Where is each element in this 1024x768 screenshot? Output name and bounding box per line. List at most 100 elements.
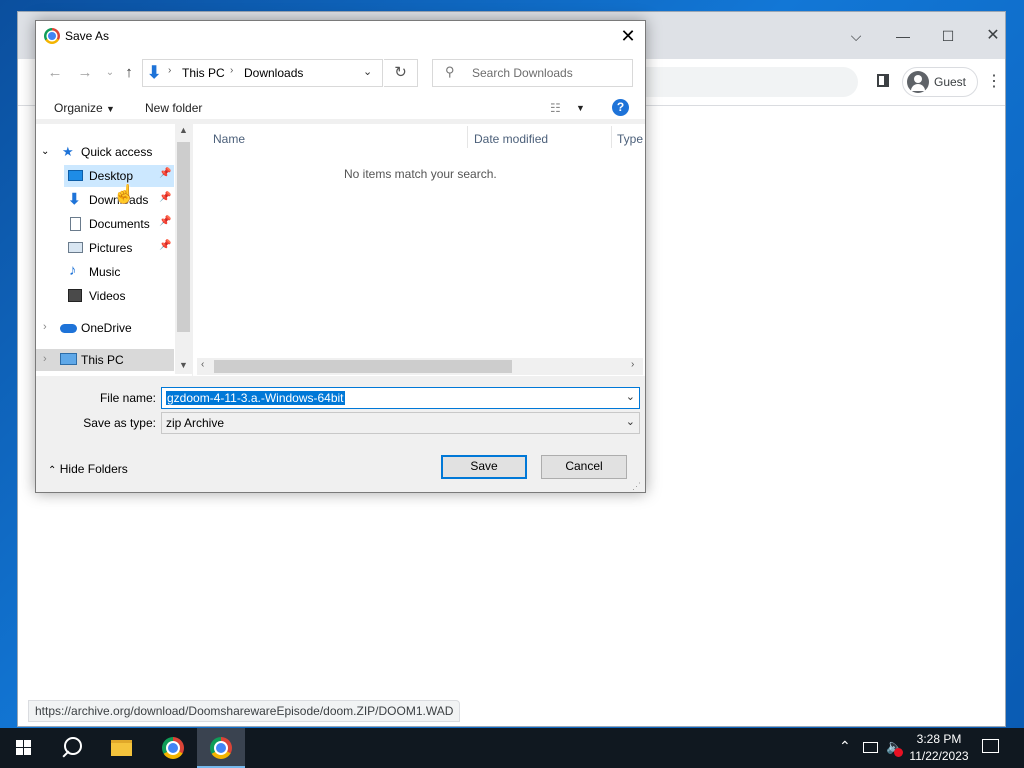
tree-item-videos[interactable]: Videos <box>64 285 174 307</box>
chevron-down-icon[interactable]: ⌄ <box>41 146 49 157</box>
scroll-thumb[interactable] <box>177 142 190 332</box>
cloud-icon <box>60 324 77 333</box>
tree-item-documents[interactable]: Documents 📌 <box>64 213 174 235</box>
hide-folders-label: Hide Folders <box>59 462 128 476</box>
tree-label: Documents <box>89 217 150 231</box>
clock-date[interactable]: 11/22/2023 <box>906 749 972 763</box>
downloads-folder-icon: ⬇ <box>147 63 162 82</box>
file-name-input[interactable]: gzdoom-4-11-3.a.-Windows-64bit ⌄ <box>161 387 640 409</box>
save-as-type-select[interactable]: zip Archive ⌄ <box>161 412 640 434</box>
navigation-area: ← → ⌄ ↑ ⬇ › This PC › Downloads ⌄ ↻ ⚲ Se… <box>36 51 645 97</box>
column-type[interactable]: Type <box>617 132 643 146</box>
start-button[interactable] <box>0 728 48 768</box>
tree-scrollbar[interactable]: ▲ ▼ <box>175 124 192 374</box>
chevron-right-icon[interactable]: › <box>43 321 47 333</box>
search-button[interactable] <box>48 728 96 768</box>
tree-label: Music <box>89 265 121 279</box>
tab-search-icon[interactable]: ⌵ <box>844 24 868 48</box>
save-button[interactable]: Save <box>441 455 527 479</box>
clock-time[interactable]: 3:28 PM <box>906 732 972 746</box>
chevron-down-icon[interactable]: ⌄ <box>626 415 635 428</box>
chevron-up-icon: ⌃ <box>48 465 57 476</box>
menu-icon[interactable]: ⋮ <box>986 72 1002 92</box>
file-name-label: File name: <box>99 391 156 405</box>
column-divider <box>611 126 612 148</box>
pictures-icon <box>68 242 83 253</box>
pin-icon: 📌 <box>159 168 172 179</box>
chrome-taskbar-icon-active[interactable] <box>197 728 245 768</box>
chrome-taskbar-icon[interactable] <box>148 728 196 768</box>
scroll-down-icon[interactable]: ▼ <box>179 360 188 370</box>
save-as-dialog: Save As ✕ ← → ⌄ ↑ ⬇ › This PC › Download… <box>35 20 646 493</box>
tree-item-music[interactable]: ♪ Music <box>64 261 174 283</box>
save-as-type-value: zip Archive <box>166 416 225 430</box>
star-icon: ★ <box>62 144 74 159</box>
tree-label: This PC <box>81 353 124 367</box>
tree-item-onedrive[interactable]: › OneDrive <box>36 317 176 339</box>
dialog-titlebar: Save As ✕ <box>36 21 645 51</box>
profile-button[interactable]: Guest <box>902 67 978 97</box>
downloads-icon: ⬇ <box>68 191 81 208</box>
search-input[interactable]: ⚲ Search Downloads <box>432 59 633 87</box>
new-folder-button[interactable]: New folder <box>145 101 202 115</box>
pin-icon: 📌 <box>159 240 172 251</box>
hide-folders-button[interactable]: ⌃ Hide Folders <box>48 462 128 476</box>
network-icon[interactable] <box>863 742 878 753</box>
cancel-button[interactable]: Cancel <box>541 455 627 479</box>
dialog-title: Save As <box>65 29 110 43</box>
minimize-button[interactable]: — <box>891 24 915 48</box>
help-icon[interactable]: ? <box>612 99 629 116</box>
view-dropdown-icon[interactable]: ▼ <box>576 103 585 113</box>
save-as-type-label: Save as type: <box>83 416 156 430</box>
scroll-thumb[interactable] <box>214 360 512 373</box>
tree-label: Videos <box>89 289 126 303</box>
close-window-button[interactable]: ✕ <box>981 24 1005 48</box>
up-arrow-icon[interactable]: ↑ <box>118 62 140 84</box>
breadcrumb[interactable]: ⬇ › This PC › Downloads ⌄ <box>142 59 383 87</box>
column-divider <box>467 126 468 148</box>
column-date-modified[interactable]: Date modified <box>474 132 548 146</box>
file-name-value[interactable]: gzdoom-4-11-3.a.-Windows-64bit <box>166 391 345 405</box>
notifications-icon[interactable] <box>982 739 999 753</box>
desktop-icon <box>68 170 83 181</box>
tree-label: OneDrive <box>81 321 132 335</box>
organize-button[interactable]: Organize ▼ <box>54 101 115 115</box>
taskbar: ⌃ 🔈 3:28 PM 11/22/2023 <box>0 728 1024 768</box>
documents-icon <box>70 217 81 231</box>
resize-grip-icon[interactable]: ⋰ <box>632 481 641 492</box>
breadcrumb-downloads[interactable]: Downloads <box>244 66 303 80</box>
command-bar: Organize ▼ New folder ☷ ▼ ? <box>36 97 645 119</box>
chrome-icon <box>44 28 60 44</box>
scroll-left-icon[interactable]: ‹ <box>201 359 204 370</box>
breadcrumb-this-pc[interactable]: This PC <box>182 66 225 80</box>
maximize-button[interactable]: ☐ <box>936 24 960 48</box>
scroll-up-icon[interactable]: ▲ <box>179 125 188 135</box>
refresh-icon[interactable]: ↻ <box>384 59 418 87</box>
scroll-right-icon[interactable]: › <box>631 359 634 370</box>
tree-item-this-pc[interactable]: › This PC <box>36 349 174 371</box>
view-options-icon[interactable]: ☷ <box>550 101 561 115</box>
chevron-right-icon[interactable]: › <box>43 353 47 365</box>
empty-message: No items match your search. <box>344 167 497 181</box>
mute-badge-icon <box>894 748 903 757</box>
folder-tree: ⌄ ★ Quick access Desktop 📌 ⬇ Downloads 📌… <box>36 124 192 376</box>
pin-icon: 📌 <box>159 192 172 203</box>
side-panel-icon[interactable] <box>877 74 889 87</box>
back-arrow-icon[interactable]: ← <box>44 62 66 84</box>
profile-label: Guest <box>934 75 967 89</box>
chevron-up-icon[interactable]: ⌃ <box>839 738 851 755</box>
file-list-scrollbar[interactable]: ‹ › <box>197 358 643 375</box>
chevron-right-icon: › <box>168 65 172 76</box>
dialog-close-button[interactable]: ✕ <box>616 25 640 47</box>
tree-label: Quick access <box>81 145 153 159</box>
tree-item-pictures[interactable]: Pictures 📌 <box>64 237 174 259</box>
forward-arrow-icon[interactable]: → <box>74 62 96 84</box>
search-icon: ⚲ <box>445 64 455 79</box>
chevron-down-icon[interactable]: ⌄ <box>363 65 372 78</box>
file-explorer-icon[interactable] <box>97 728 145 768</box>
hand-cursor-icon: ☝ <box>113 184 136 204</box>
tree-item-quick-access[interactable]: ⌄ ★ Quick access <box>36 141 176 163</box>
column-name[interactable]: Name <box>213 132 245 146</box>
chevron-down-icon[interactable]: ⌄ <box>626 390 635 403</box>
search-placeholder: Search Downloads <box>472 66 573 80</box>
